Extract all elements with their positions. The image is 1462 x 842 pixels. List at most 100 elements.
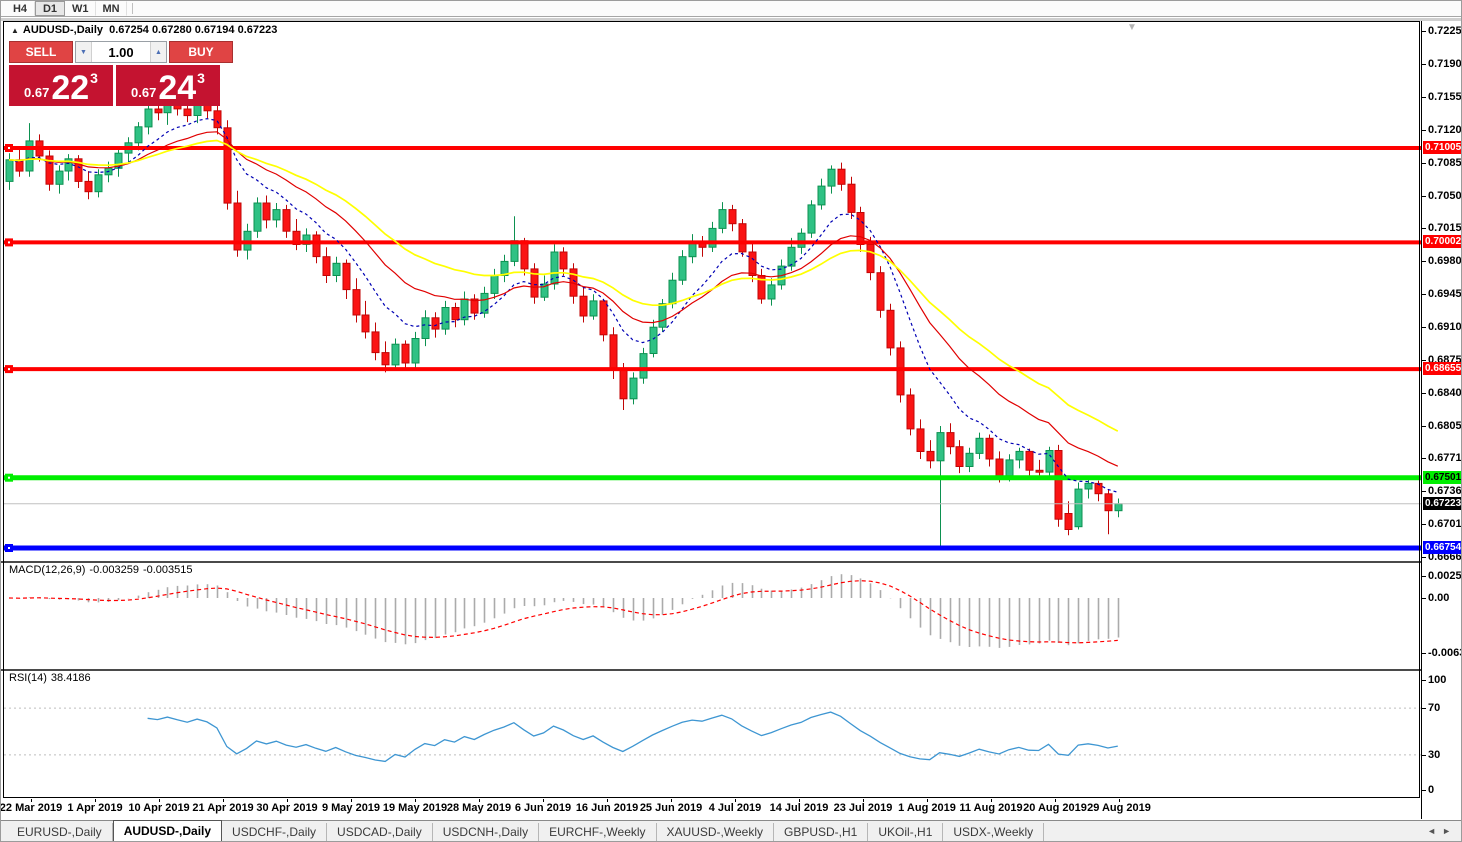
timeframe-toolbar: H4D1W1MN (1, 1, 1462, 17)
buy-price-panel[interactable]: 0.67243 (116, 65, 220, 106)
buy-price-prefix: 0.67 (131, 85, 156, 100)
date-label: 4 Jul 2019 (709, 802, 762, 814)
rsi-panel[interactable] (4, 671, 1421, 798)
tab-usdchf-daily[interactable]: USDCHF-,Daily (222, 823, 327, 841)
current-price-label: 0.67223 (1423, 497, 1462, 510)
macd-title: MACD(12,26,9) (9, 564, 85, 576)
date-label: 19 May 2019 (383, 802, 447, 814)
rsi-axis-label: 30 (1428, 749, 1440, 761)
date-label: 22 Mar 2019 (0, 802, 62, 814)
date-label: 16 Jun 2019 (576, 802, 638, 814)
triangle-up-icon: ▲ (155, 49, 162, 56)
chart-shift-marker-icon[interactable]: ▼ (1127, 22, 1137, 33)
tab-scroll-left-icon[interactable]: ◄ (1427, 826, 1442, 836)
rsi-axis-label: 70 (1428, 702, 1440, 714)
volume-spinner: ▼ ▲ (75, 41, 167, 63)
quote-header: ▲ AUDUSD-,Daily 0.67254 0.67280 0.67194 0… (11, 24, 277, 36)
price-tick-label: 0.70150 (1428, 222, 1462, 234)
level-price-label: 0.67501 (1423, 471, 1462, 484)
date-label: 10 Apr 2019 (128, 802, 189, 814)
rsi-value: 38.4186 (51, 672, 91, 684)
date-label: 30 Apr 2019 (256, 802, 317, 814)
macd-axis-label: 0.002574 (1428, 570, 1462, 582)
level-price-label: 0.71005 (1423, 141, 1462, 154)
date-label: 20 Aug 2019 (1023, 802, 1087, 814)
price-tick-label: 0.71550 (1428, 91, 1462, 103)
one-click-trading-panel: SELL ▼ ▲ BUY 0.67223 0.67243 (9, 41, 233, 106)
level-price-label: 0.66754 (1423, 541, 1462, 554)
price-tick-label: 0.72250 (1428, 25, 1462, 37)
rsi-axis-label: 100 (1428, 674, 1446, 686)
date-label: 14 Jul 2019 (770, 802, 829, 814)
volume-decrease-button[interactable]: ▼ (76, 42, 92, 62)
sell-price-prefix: 0.67 (24, 85, 49, 100)
date-label: 1 Aug 2019 (898, 802, 956, 814)
price-tick-label: 0.71200 (1428, 124, 1462, 136)
price-tick-label: 0.68400 (1428, 387, 1462, 399)
date-label: 28 May 2019 (447, 802, 511, 814)
rsi-axis-label: 0 (1428, 784, 1434, 796)
macd-axis-label: -0.006326 (1428, 647, 1462, 659)
price-tick-label: 0.67010 (1428, 518, 1462, 530)
sell-price-big: 22 (51, 72, 89, 104)
macd-axis-label: 0.00 (1428, 592, 1449, 604)
date-label: 29 Aug 2019 (1087, 802, 1151, 814)
tab-xauusd-weekly[interactable]: XAUUSD-,Weekly (657, 823, 774, 841)
ohlc-values: 0.67254 0.67280 0.67194 0.67223 (109, 24, 277, 36)
level-price-label: 0.70002 (1423, 235, 1462, 248)
timeframe-button-w1[interactable]: W1 (65, 1, 96, 16)
tab-eurchf-weekly[interactable]: EURCHF-,Weekly (539, 823, 656, 841)
date-label: 9 May 2019 (322, 802, 380, 814)
date-label: 21 Apr 2019 (192, 802, 253, 814)
date-label: 25 Jun 2019 (640, 802, 702, 814)
macd-header: MACD(12,26,9) -0.003259 -0.003515 (9, 564, 197, 576)
sell-price-sup: 3 (90, 70, 98, 86)
tab-ukoil-h1[interactable]: UKOil-,H1 (868, 823, 943, 841)
collapse-panel-icon[interactable]: ▲ (11, 26, 19, 35)
symbol-title: AUDUSD-,Daily (23, 24, 103, 36)
buy-price-big: 24 (158, 72, 196, 104)
triangle-down-icon: ▼ (80, 49, 87, 56)
price-tick-label: 0.68050 (1428, 420, 1462, 432)
tab-usdx-weekly[interactable]: USDX-,Weekly (943, 823, 1044, 841)
buy-price-sup: 3 (197, 70, 205, 86)
timeframe-button-d1[interactable]: D1 (35, 1, 65, 16)
timeframe-button-mn[interactable]: MN (96, 1, 127, 16)
rsi-header: RSI(14) 38.4186 (9, 672, 95, 684)
macd-signal-line (9, 581, 1118, 643)
volume-input[interactable] (92, 42, 150, 62)
rsi-line (148, 712, 1118, 761)
macd-signal-value: -0.003515 (143, 564, 193, 576)
timeframe-button-h4[interactable]: H4 (5, 1, 35, 16)
moving-average-medium (9, 132, 1118, 466)
mt4-chart-window: H4D1W1MN ▲ AUDUSD-,Daily 0.67254 0.67280 … (0, 0, 1462, 842)
price-axis[interactable]: 0.722500.719000.715500.712000.708500.705… (1421, 21, 1462, 819)
date-axis[interactable]: 22 Mar 20191 Apr 201910 Apr 201921 Apr 2… (1, 799, 1421, 819)
price-tick-label: 0.70850 (1428, 157, 1462, 169)
date-label: 23 Jul 2019 (834, 802, 893, 814)
sell-button[interactable]: SELL (9, 41, 73, 63)
tab-scroll-arrows: ◄► (1427, 826, 1457, 836)
tab-scroll-right-icon[interactable]: ► (1442, 826, 1457, 836)
volume-increase-button[interactable]: ▲ (150, 42, 166, 62)
price-tick-label: 0.67360 (1428, 485, 1462, 497)
price-tick-label: 0.67710 (1428, 452, 1462, 464)
price-tick-label: 0.71900 (1428, 58, 1462, 70)
sell-price-panel[interactable]: 0.67223 (9, 65, 113, 106)
tab-usdcnh-daily[interactable]: USDCNH-,Daily (433, 823, 539, 841)
tab-audusd-daily[interactable]: AUDUSD-,Daily (113, 820, 222, 842)
toolbar-separator (132, 3, 133, 14)
moving-average-slow (9, 141, 1118, 432)
tab-eurusd-daily[interactable]: EURUSD-,Daily (7, 823, 113, 841)
tab-gbpusd-h1[interactable]: GBPUSD-,H1 (774, 823, 868, 841)
macd-value: -0.003259 (89, 564, 139, 576)
price-tick-label: 0.69100 (1428, 321, 1462, 333)
price-tick-label: 0.69450 (1428, 288, 1462, 300)
chart-tab-bar: EURUSD-,DailyAUDUSD-,DailyUSDCHF-,DailyU… (1, 820, 1462, 842)
horizontal-level-lines (4, 144, 1421, 552)
macd-panel[interactable] (4, 563, 1421, 669)
date-label: 6 Jun 2019 (515, 802, 571, 814)
tab-usdcad-daily[interactable]: USDCAD-,Daily (327, 823, 433, 841)
rsi-title: RSI(14) (9, 672, 47, 684)
buy-button[interactable]: BUY (169, 41, 233, 63)
